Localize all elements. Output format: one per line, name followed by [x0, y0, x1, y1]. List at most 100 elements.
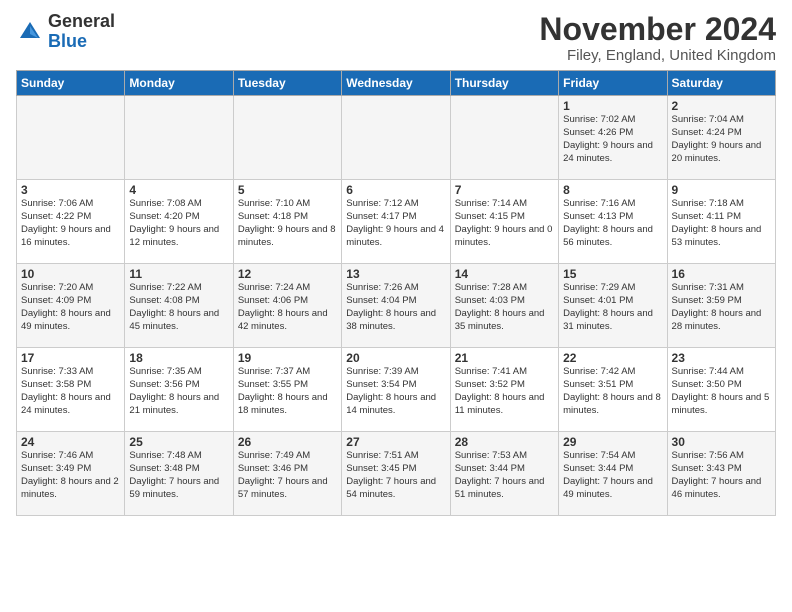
day-info: Sunrise: 7:26 AM Sunset: 4:04 PM Dayligh…: [346, 282, 445, 333]
day-number: 13: [346, 267, 445, 281]
calendar-cell: 18Sunrise: 7:35 AM Sunset: 3:56 PM Dayli…: [125, 348, 233, 432]
day-number: 5: [238, 183, 337, 197]
page: General Blue November 2024 Filey, Englan…: [0, 0, 792, 612]
col-tuesday: Tuesday: [233, 71, 341, 96]
day-info: Sunrise: 7:44 AM Sunset: 3:50 PM Dayligh…: [672, 366, 771, 417]
day-info: Sunrise: 7:06 AM Sunset: 4:22 PM Dayligh…: [21, 198, 120, 249]
day-number: 1: [563, 99, 662, 113]
calendar-cell: [125, 96, 233, 180]
calendar-cell: 12Sunrise: 7:24 AM Sunset: 4:06 PM Dayli…: [233, 264, 341, 348]
day-info: Sunrise: 7:54 AM Sunset: 3:44 PM Dayligh…: [563, 450, 662, 501]
day-info: Sunrise: 7:22 AM Sunset: 4:08 PM Dayligh…: [129, 282, 228, 333]
calendar: Sunday Monday Tuesday Wednesday Thursday…: [16, 70, 776, 516]
day-info: Sunrise: 7:12 AM Sunset: 4:17 PM Dayligh…: [346, 198, 445, 249]
day-number: 11: [129, 267, 228, 281]
day-number: 24: [21, 435, 120, 449]
day-info: Sunrise: 7:41 AM Sunset: 3:52 PM Dayligh…: [455, 366, 554, 417]
calendar-cell: 24Sunrise: 7:46 AM Sunset: 3:49 PM Dayli…: [17, 432, 125, 516]
col-saturday: Saturday: [667, 71, 775, 96]
day-info: Sunrise: 7:04 AM Sunset: 4:24 PM Dayligh…: [672, 114, 771, 165]
day-info: Sunrise: 7:18 AM Sunset: 4:11 PM Dayligh…: [672, 198, 771, 249]
day-number: 16: [672, 267, 771, 281]
day-info: Sunrise: 7:29 AM Sunset: 4:01 PM Dayligh…: [563, 282, 662, 333]
day-number: 21: [455, 351, 554, 365]
col-thursday: Thursday: [450, 71, 558, 96]
calendar-cell: 17Sunrise: 7:33 AM Sunset: 3:58 PM Dayli…: [17, 348, 125, 432]
calendar-body: 1Sunrise: 7:02 AM Sunset: 4:26 PM Daylig…: [17, 96, 776, 516]
day-number: 4: [129, 183, 228, 197]
day-number: 14: [455, 267, 554, 281]
header-row: Sunday Monday Tuesday Wednesday Thursday…: [17, 71, 776, 96]
day-number: 17: [21, 351, 120, 365]
calendar-cell: 30Sunrise: 7:56 AM Sunset: 3:43 PM Dayli…: [667, 432, 775, 516]
calendar-cell: 6Sunrise: 7:12 AM Sunset: 4:17 PM Daylig…: [342, 180, 450, 264]
title-block: November 2024 Filey, England, United Kin…: [539, 12, 776, 64]
col-wednesday: Wednesday: [342, 71, 450, 96]
day-number: 9: [672, 183, 771, 197]
col-monday: Monday: [125, 71, 233, 96]
calendar-cell: 20Sunrise: 7:39 AM Sunset: 3:54 PM Dayli…: [342, 348, 450, 432]
calendar-week-1: 1Sunrise: 7:02 AM Sunset: 4:26 PM Daylig…: [17, 96, 776, 180]
logo-general: General: [48, 11, 115, 31]
day-info: Sunrise: 7:10 AM Sunset: 4:18 PM Dayligh…: [238, 198, 337, 249]
day-number: 6: [346, 183, 445, 197]
calendar-cell: [342, 96, 450, 180]
calendar-cell: [450, 96, 558, 180]
calendar-cell: 11Sunrise: 7:22 AM Sunset: 4:08 PM Dayli…: [125, 264, 233, 348]
day-info: Sunrise: 7:08 AM Sunset: 4:20 PM Dayligh…: [129, 198, 228, 249]
calendar-week-3: 10Sunrise: 7:20 AM Sunset: 4:09 PM Dayli…: [17, 264, 776, 348]
day-number: 15: [563, 267, 662, 281]
col-sunday: Sunday: [17, 71, 125, 96]
logo-blue: Blue: [48, 31, 87, 51]
day-number: 28: [455, 435, 554, 449]
day-info: Sunrise: 7:24 AM Sunset: 4:06 PM Dayligh…: [238, 282, 337, 333]
day-number: 20: [346, 351, 445, 365]
calendar-cell: 10Sunrise: 7:20 AM Sunset: 4:09 PM Dayli…: [17, 264, 125, 348]
calendar-cell: 2Sunrise: 7:04 AM Sunset: 4:24 PM Daylig…: [667, 96, 775, 180]
day-number: 2: [672, 99, 771, 113]
calendar-cell: 22Sunrise: 7:42 AM Sunset: 3:51 PM Dayli…: [559, 348, 667, 432]
month-title: November 2024: [539, 12, 776, 47]
logo-text: General Blue: [48, 12, 115, 52]
calendar-cell: 13Sunrise: 7:26 AM Sunset: 4:04 PM Dayli…: [342, 264, 450, 348]
day-info: Sunrise: 7:48 AM Sunset: 3:48 PM Dayligh…: [129, 450, 228, 501]
day-info: Sunrise: 7:53 AM Sunset: 3:44 PM Dayligh…: [455, 450, 554, 501]
calendar-cell: 4Sunrise: 7:08 AM Sunset: 4:20 PM Daylig…: [125, 180, 233, 264]
calendar-cell: 27Sunrise: 7:51 AM Sunset: 3:45 PM Dayli…: [342, 432, 450, 516]
day-info: Sunrise: 7:37 AM Sunset: 3:55 PM Dayligh…: [238, 366, 337, 417]
day-info: Sunrise: 7:20 AM Sunset: 4:09 PM Dayligh…: [21, 282, 120, 333]
day-info: Sunrise: 7:02 AM Sunset: 4:26 PM Dayligh…: [563, 114, 662, 165]
calendar-cell: 5Sunrise: 7:10 AM Sunset: 4:18 PM Daylig…: [233, 180, 341, 264]
day-info: Sunrise: 7:49 AM Sunset: 3:46 PM Dayligh…: [238, 450, 337, 501]
day-number: 12: [238, 267, 337, 281]
day-number: 30: [672, 435, 771, 449]
location: Filey, England, United Kingdom: [539, 47, 776, 64]
calendar-cell: 8Sunrise: 7:16 AM Sunset: 4:13 PM Daylig…: [559, 180, 667, 264]
calendar-cell: 7Sunrise: 7:14 AM Sunset: 4:15 PM Daylig…: [450, 180, 558, 264]
calendar-cell: 23Sunrise: 7:44 AM Sunset: 3:50 PM Dayli…: [667, 348, 775, 432]
day-number: 29: [563, 435, 662, 449]
calendar-cell: [17, 96, 125, 180]
day-info: Sunrise: 7:46 AM Sunset: 3:49 PM Dayligh…: [21, 450, 120, 501]
calendar-cell: [233, 96, 341, 180]
day-number: 23: [672, 351, 771, 365]
calendar-cell: 21Sunrise: 7:41 AM Sunset: 3:52 PM Dayli…: [450, 348, 558, 432]
day-number: 7: [455, 183, 554, 197]
day-info: Sunrise: 7:16 AM Sunset: 4:13 PM Dayligh…: [563, 198, 662, 249]
day-number: 10: [21, 267, 120, 281]
calendar-cell: 16Sunrise: 7:31 AM Sunset: 3:59 PM Dayli…: [667, 264, 775, 348]
calendar-cell: 19Sunrise: 7:37 AM Sunset: 3:55 PM Dayli…: [233, 348, 341, 432]
day-info: Sunrise: 7:33 AM Sunset: 3:58 PM Dayligh…: [21, 366, 120, 417]
day-info: Sunrise: 7:56 AM Sunset: 3:43 PM Dayligh…: [672, 450, 771, 501]
calendar-week-5: 24Sunrise: 7:46 AM Sunset: 3:49 PM Dayli…: [17, 432, 776, 516]
day-info: Sunrise: 7:35 AM Sunset: 3:56 PM Dayligh…: [129, 366, 228, 417]
calendar-cell: 25Sunrise: 7:48 AM Sunset: 3:48 PM Dayli…: [125, 432, 233, 516]
day-info: Sunrise: 7:14 AM Sunset: 4:15 PM Dayligh…: [455, 198, 554, 249]
logo: General Blue: [16, 12, 115, 52]
day-info: Sunrise: 7:51 AM Sunset: 3:45 PM Dayligh…: [346, 450, 445, 501]
day-info: Sunrise: 7:31 AM Sunset: 3:59 PM Dayligh…: [672, 282, 771, 333]
day-number: 22: [563, 351, 662, 365]
calendar-cell: 1Sunrise: 7:02 AM Sunset: 4:26 PM Daylig…: [559, 96, 667, 180]
logo-icon: [16, 18, 44, 46]
calendar-cell: 3Sunrise: 7:06 AM Sunset: 4:22 PM Daylig…: [17, 180, 125, 264]
